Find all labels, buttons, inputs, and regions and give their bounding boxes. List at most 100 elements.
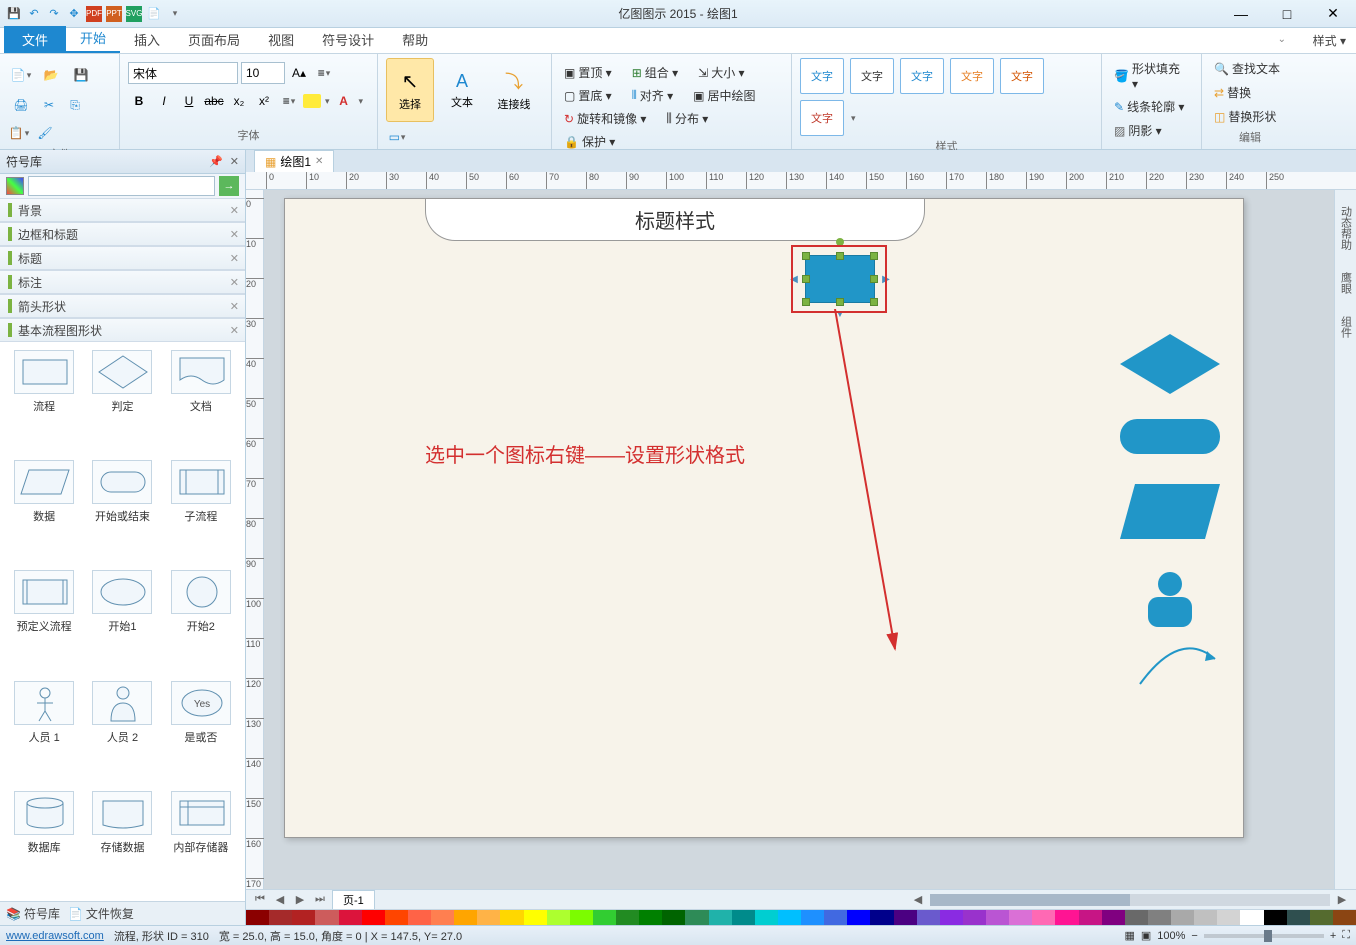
color-swatch[interactable] xyxy=(362,910,385,925)
center-button[interactable]: ▣居中绘图 xyxy=(689,85,759,106)
shape-intern[interactable]: 内部存储器 xyxy=(165,791,237,893)
cat-arrow[interactable]: 箭头形状✕ xyxy=(0,294,245,318)
find-button[interactable]: 🔍查找文本 xyxy=(1210,58,1284,79)
open-icon[interactable]: 📂 xyxy=(38,62,64,88)
color-swatch[interactable] xyxy=(269,910,292,925)
shape-predef[interactable]: 预定义流程 xyxy=(8,570,80,672)
color-swatch[interactable] xyxy=(339,910,362,925)
align-button[interactable]: ≡▾ xyxy=(278,90,300,112)
page[interactable]: 标题样式 选中一个图标右键——设置形状格式 ◀ ▶ xyxy=(284,198,1244,838)
color-swatch[interactable] xyxy=(315,910,338,925)
text-tool-button[interactable]: A 文本 xyxy=(438,58,486,122)
style-sample-5[interactable]: 文字 xyxy=(1000,58,1044,94)
color-swatch[interactable] xyxy=(385,910,408,925)
select-tool-button[interactable]: ↖ 选择 xyxy=(386,58,434,122)
color-swatch[interactable] xyxy=(454,910,477,925)
style-sample-6[interactable]: 文字 xyxy=(800,100,844,136)
shape-subp[interactable]: 子流程 xyxy=(165,460,237,562)
styles-more-icon[interactable]: ▾ xyxy=(851,113,856,124)
shape-ellipse[interactable]: 开始1 xyxy=(86,570,158,672)
shadow-button[interactable]: ▨阴影 ▾ xyxy=(1110,120,1166,141)
align-button[interactable]: ⫴对齐 ▾ xyxy=(628,85,677,106)
hscroll-left[interactable]: ◀ xyxy=(910,893,926,906)
color-swatch[interactable] xyxy=(685,910,708,925)
maximize-button[interactable]: □ xyxy=(1264,0,1310,28)
color-swatch[interactable] xyxy=(246,910,269,925)
redo-icon[interactable]: ↷ xyxy=(46,6,62,22)
style-dropdown[interactable]: 样式 ▾ xyxy=(1313,32,1346,49)
distribute-button[interactable]: ⫼分布 ▾ xyxy=(662,108,712,129)
cat-background[interactable]: 背景✕ xyxy=(0,198,245,222)
color-swatch[interactable] xyxy=(408,910,431,925)
page-tab[interactable]: 页-1 xyxy=(332,890,375,910)
color-swatch[interactable] xyxy=(1102,910,1125,925)
move-icon[interactable]: ✥ xyxy=(66,6,82,22)
color-swatch[interactable] xyxy=(292,910,315,925)
color-swatch[interactable] xyxy=(431,910,454,925)
shape-yesno[interactable]: Yes是或否 xyxy=(165,681,237,783)
category-select[interactable] xyxy=(28,176,215,196)
close-button[interactable]: ✕ xyxy=(1310,0,1356,28)
replace-shape-button[interactable]: ◫替换形状 xyxy=(1210,106,1280,127)
cat-callout[interactable]: 标注✕ xyxy=(0,270,245,294)
tab-insert[interactable]: 插入 xyxy=(120,26,174,53)
tab-view[interactable]: 视图 xyxy=(254,26,308,53)
color-swatch[interactable] xyxy=(709,910,732,925)
color-swatch[interactable] xyxy=(477,910,500,925)
cat-border-title[interactable]: 边框和标题✕ xyxy=(0,222,245,246)
color-swatch[interactable] xyxy=(755,910,778,925)
canvas-arrow-curve[interactable] xyxy=(1135,639,1225,689)
color-swatch[interactable] xyxy=(1009,910,1032,925)
style-sample-1[interactable]: 文字 xyxy=(800,58,844,94)
rotate-button[interactable]: ↻旋转和镜像 ▾ xyxy=(560,108,650,129)
color-swatch[interactable] xyxy=(1055,910,1078,925)
color-swatch[interactable] xyxy=(547,910,570,925)
style-sample-4[interactable]: 文字 xyxy=(950,58,994,94)
bring-front-button[interactable]: ▣置顶 ▾ xyxy=(560,62,616,83)
website-link[interactable]: www.edrawsoft.com xyxy=(6,930,104,942)
color-swatch[interactable] xyxy=(1148,910,1171,925)
group-button[interactable]: ⊞组合 ▾ xyxy=(628,62,682,83)
shape-round[interactable]: 开始或结束 xyxy=(86,460,158,562)
ppt-icon[interactable]: PPT xyxy=(106,6,122,22)
style-sample-3[interactable]: 文字 xyxy=(900,58,944,94)
tab-help[interactable]: 帮助 xyxy=(388,26,442,53)
rt-eagle[interactable]: 鹰眼 xyxy=(1336,266,1356,300)
color-swatch[interactable] xyxy=(1264,910,1287,925)
style-sample-2[interactable]: 文字 xyxy=(850,58,894,94)
italic-button[interactable]: I xyxy=(153,90,175,112)
color-swatch[interactable] xyxy=(1079,910,1102,925)
pin-icon[interactable]: 📌 xyxy=(209,155,223,168)
save-icon[interactable]: 💾 xyxy=(6,6,22,22)
zoom-out-icon[interactable]: − xyxy=(1191,930,1197,942)
palette-icon[interactable] xyxy=(6,177,24,195)
color-swatch[interactable] xyxy=(917,910,940,925)
page-next-icon[interactable]: ▶ xyxy=(292,893,308,906)
paste-icon[interactable]: 📋▾ xyxy=(8,122,30,144)
new-icon[interactable]: 📄 xyxy=(146,6,162,22)
undo-icon[interactable]: ↶ xyxy=(26,6,42,22)
color-swatch[interactable] xyxy=(1125,910,1148,925)
tab-home[interactable]: 开始 xyxy=(66,24,120,53)
color-swatch[interactable] xyxy=(986,910,1009,925)
shape-db[interactable]: 数据库 xyxy=(8,791,80,893)
shape-para[interactable]: 数据 xyxy=(8,460,80,562)
rt-comp[interactable]: 组件 xyxy=(1336,310,1356,344)
doc-tab[interactable]: ▦ 绘图1 ✕ xyxy=(254,150,334,172)
protect-button[interactable]: 🔒保护 ▾ xyxy=(560,131,619,152)
bullets-icon[interactable]: ≡▾ xyxy=(313,62,335,84)
cat-title[interactable]: 标题✕ xyxy=(0,246,245,270)
underline-button[interactable]: U xyxy=(178,90,200,112)
superscript-button[interactable]: x² xyxy=(253,90,275,112)
cut-icon[interactable]: ✂ xyxy=(38,94,60,116)
font-size-select[interactable] xyxy=(241,62,285,84)
save-icon[interactable]: 💾 xyxy=(68,62,94,88)
tab-layout[interactable]: 页面布局 xyxy=(174,26,254,53)
font-color-button[interactable]: A xyxy=(333,90,355,112)
shape-doc[interactable]: 文档 xyxy=(165,350,237,452)
color-swatch[interactable] xyxy=(963,910,986,925)
view-icon-2[interactable]: ▣ xyxy=(1141,929,1151,942)
hscroll-right[interactable]: ▶ xyxy=(1334,893,1350,906)
increase-font-icon[interactable]: A▴ xyxy=(288,62,310,84)
color-swatch[interactable] xyxy=(940,910,963,925)
